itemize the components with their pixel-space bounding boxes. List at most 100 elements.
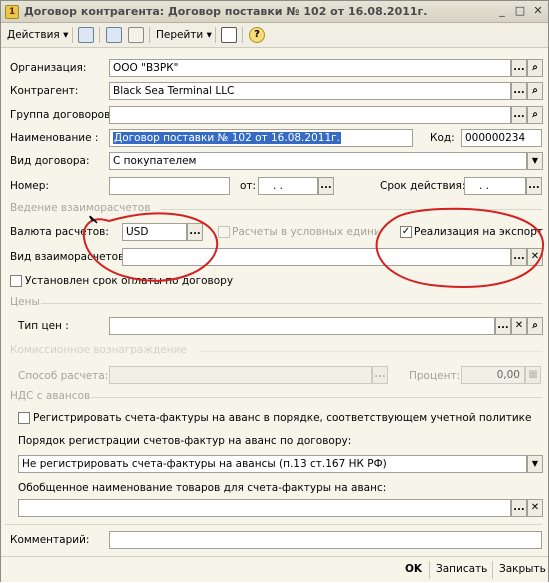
validity-date-button[interactable]: ...: [526, 177, 542, 195]
currency-label: Валюта расчетов:: [10, 226, 109, 238]
vat-generic-input[interactable]: [18, 499, 511, 517]
footer-separator: [492, 561, 493, 579]
window-title: Договор контрагента: Договор поставки № …: [24, 5, 428, 18]
save-button[interactable]: Записать: [436, 563, 487, 575]
org-open-icon[interactable]: ⌕: [527, 59, 543, 77]
code-label: Код:: [430, 132, 455, 144]
from-date-button[interactable]: ...: [318, 177, 334, 195]
currency-select-button[interactable]: ...: [187, 223, 203, 241]
vat-order-label: Порядок регистрации счетов-фактур на ава…: [18, 435, 352, 447]
vat-section-title: НДС с авансов: [10, 390, 91, 402]
name-value: Договор поставки № 102 от 16.08.2011г.: [113, 132, 341, 144]
group-input[interactable]: [109, 106, 511, 124]
section-divider: [5, 524, 542, 525]
goto-menu[interactable]: Перейти ▾: [153, 26, 215, 45]
prices-section-title: Цены: [10, 296, 40, 308]
toolbar-separator: [215, 27, 216, 43]
number-input[interactable]: [109, 177, 230, 195]
vat-register-label: Регистрировать счета-фактуры на аванс в …: [33, 412, 532, 424]
org-label: Организация:: [10, 62, 87, 74]
vat-order-dropdown-icon[interactable]: ▼: [527, 455, 543, 473]
price-type-select-button[interactable]: ...: [495, 317, 511, 335]
price-type-label: Тип цен :: [18, 320, 69, 332]
group-label: Группа договоров:: [10, 109, 114, 121]
vat-generic-select-button[interactable]: ...: [511, 499, 527, 517]
name-label: Наименование :: [10, 132, 99, 144]
payment-term-checkbox[interactable]: [10, 275, 22, 287]
vat-generic-clear-icon[interactable]: ✕: [527, 499, 543, 517]
refresh-icon[interactable]: [106, 27, 122, 43]
name-input[interactable]: Договор поставки № 102 от 16.08.2011г.: [109, 129, 413, 147]
app-icon: 1: [5, 5, 19, 19]
section-divider: [91, 397, 542, 398]
section-divider: [161, 209, 542, 210]
currency-input[interactable]: USD: [122, 223, 187, 241]
maximize-button[interactable]: □: [512, 4, 528, 19]
section-divider: [201, 351, 542, 352]
kind-label: Вид взаиморасчетов:: [10, 251, 128, 263]
chevron-down-icon: ▾: [63, 29, 69, 41]
goto-label: Перейти: [156, 29, 204, 41]
type-select[interactable]: С покупателем: [109, 152, 527, 170]
validity-date-input[interactable]: . .: [464, 177, 526, 195]
ok-button[interactable]: OK: [405, 563, 422, 575]
percent-calc-icon[interactable]: ▦: [525, 366, 541, 384]
group-open-icon[interactable]: ⌕: [527, 106, 543, 124]
contractor-input[interactable]: Black Sea Terminal LLC: [109, 82, 511, 100]
toolbar-separator: [149, 27, 150, 43]
contractor-select-button[interactable]: ...: [511, 82, 527, 100]
number-label: Номер:: [10, 180, 49, 192]
toolbar-separator: [72, 27, 73, 43]
vat-generic-label: Обобщенное наименование товаров для счет…: [18, 482, 387, 494]
conditional-units-checkbox[interactable]: [218, 226, 230, 238]
from-label: от:: [240, 180, 257, 192]
conditional-units-label: Расчеты в условных единицах: [232, 226, 378, 238]
minimize-button[interactable]: _: [494, 4, 510, 19]
method-select[interactable]: [109, 366, 372, 384]
vat-register-checkbox[interactable]: [18, 412, 30, 424]
settlement-section-title: Ведение взаиморасчетов: [10, 202, 151, 214]
copy-icon[interactable]: [128, 27, 144, 43]
kind-select-button[interactable]: ...: [511, 248, 527, 266]
toolbar: Действия ▾ Перейти ▾ ?: [1, 23, 548, 48]
type-dropdown-icon[interactable]: ▼: [527, 152, 543, 170]
close-button[interactable]: ✕: [530, 4, 546, 19]
contract-form: Организация: ООО "ВЗРК" ... ⌕ Контрагент…: [1, 48, 548, 556]
group-select-button[interactable]: ...: [511, 106, 527, 124]
kind-clear-icon[interactable]: ✕: [527, 248, 543, 266]
export-checkbox[interactable]: ✓: [400, 226, 412, 238]
org-select-button[interactable]: ...: [511, 59, 527, 77]
payment-term-label: Установлен срок оплаты по договору: [25, 275, 234, 287]
toolbar-separator: [99, 27, 100, 43]
kind-input[interactable]: [122, 248, 511, 266]
contract-window: 1 Договор контрагента: Договор поставки …: [0, 0, 549, 582]
contractor-open-icon[interactable]: ⌕: [527, 82, 543, 100]
percent-input[interactable]: 0,00: [461, 366, 525, 384]
save-icon[interactable]: [78, 27, 94, 43]
help-icon[interactable]: ?: [249, 27, 265, 43]
actions-menu[interactable]: Действия ▾: [4, 26, 71, 45]
footer-separator: [429, 561, 430, 579]
structure-icon[interactable]: [221, 27, 237, 43]
commission-section-title: Комиссионное вознаграждение: [10, 344, 187, 356]
comment-input[interactable]: [109, 531, 542, 549]
method-select-button[interactable]: ...: [372, 366, 388, 384]
export-label: Реализация на экспорт: [414, 226, 543, 238]
org-input[interactable]: ООО "ВЗРК": [109, 59, 511, 77]
actions-label: Действия: [7, 29, 60, 41]
validity-label: Срок действия:: [380, 180, 466, 192]
section-divider: [41, 303, 542, 304]
percent-label: Процент:: [409, 370, 461, 382]
footer-bar: OK Записать Закрыть: [1, 556, 548, 582]
vat-order-select[interactable]: Не регистрировать счета-фактуры на аванс…: [18, 455, 527, 473]
close-form-button[interactable]: Закрыть: [499, 563, 546, 575]
price-type-open-icon[interactable]: ⌕: [527, 317, 543, 335]
chevron-down-icon: ▾: [206, 29, 212, 41]
price-type-clear-icon[interactable]: ✕: [511, 317, 527, 335]
code-input[interactable]: 000000234: [461, 129, 542, 147]
from-date-input[interactable]: . .: [258, 177, 318, 195]
comment-label: Комментарий:: [10, 534, 90, 546]
price-type-input[interactable]: [109, 317, 495, 335]
toolbar-separator: [242, 27, 243, 43]
method-label: Способ расчета:: [18, 370, 109, 382]
